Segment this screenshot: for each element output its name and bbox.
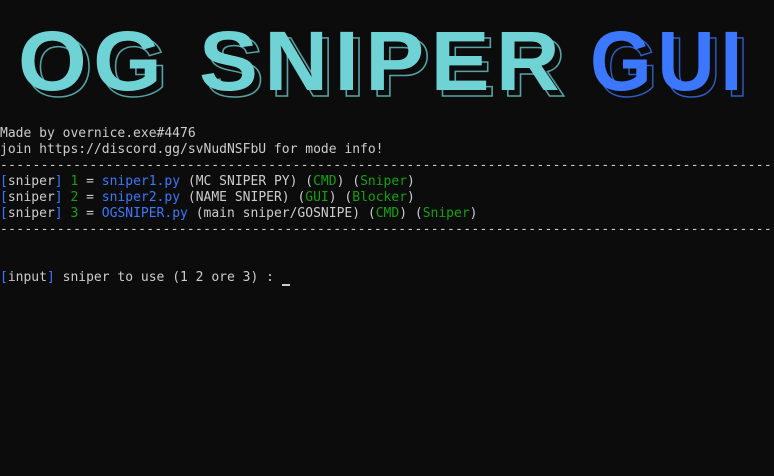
bracket-open: [ xyxy=(0,206,8,221)
option-file: sniper1.py xyxy=(101,174,181,189)
separator-top: ----------------------------------------… xyxy=(0,158,774,173)
input-prompt[interactable]: [input] sniper to use (1 2 ore 3) : xyxy=(0,270,774,286)
terminal-output: Made by overnice.exe#4476 join https://d… xyxy=(0,126,774,286)
option-kind: Sniper xyxy=(422,206,470,221)
bracket-close: ] xyxy=(54,206,63,221)
option-mode: CMD xyxy=(375,206,400,221)
option-tag: sniper xyxy=(7,174,55,189)
option-eq: = xyxy=(86,174,94,189)
option-row: [sniper] 1 = sniper1.py (MC SNIPER PY) (… xyxy=(0,174,415,189)
banner-part2: GUI xyxy=(590,14,748,108)
option-file: OGSNIPER.py xyxy=(101,206,188,221)
join-line: join https://discord.gg/svNudNSFbU for m… xyxy=(0,142,384,157)
option-eq: = xyxy=(86,206,94,221)
made-by-line: Made by overnice.exe#4476 xyxy=(0,126,196,141)
ascii-banner: OG SNIPER OG SNIPER GUI GUI xyxy=(14,8,764,108)
option-desc: (MC SNIPER PY) xyxy=(187,174,298,189)
option-number: 3 xyxy=(70,206,79,221)
prompt-tag: input xyxy=(7,270,47,285)
option-tag: sniper xyxy=(7,190,55,205)
bracket-open: [ xyxy=(0,270,8,285)
separator-bottom: ----------------------------------------… xyxy=(0,222,774,237)
bracket-open: [ xyxy=(0,190,8,205)
option-kind: Blocker xyxy=(352,190,408,205)
bracket-open: [ xyxy=(0,174,8,189)
option-mode: GUI xyxy=(305,190,329,205)
option-number: 1 xyxy=(70,174,79,189)
option-desc: (NAME SNIPER) xyxy=(187,190,290,205)
option-mode: CMD xyxy=(313,174,337,189)
banner-graphic: OG SNIPER OG SNIPER GUI GUI xyxy=(18,14,749,108)
option-number: 2 xyxy=(70,190,79,205)
option-row: [sniper] 2 = sniper2.py (NAME SNIPER) (G… xyxy=(0,190,415,205)
bracket-close: ] xyxy=(46,270,55,285)
option-desc: (main sniper/GOSNIPE) xyxy=(195,206,361,221)
option-tag: sniper xyxy=(7,206,55,221)
banner-part1: OG SNIPER xyxy=(18,14,566,108)
bracket-close: ] xyxy=(54,190,63,205)
prompt-text: sniper to use (1 2 ore 3) : xyxy=(62,270,274,285)
bracket-close: ] xyxy=(54,174,63,189)
option-eq: = xyxy=(86,190,94,205)
option-row: [sniper] 3 = OGSNIPER.py (main sniper/GO… xyxy=(0,206,478,221)
option-file: sniper2.py xyxy=(101,190,181,205)
text-cursor[interactable] xyxy=(281,284,290,286)
option-kind: Sniper xyxy=(360,174,408,189)
